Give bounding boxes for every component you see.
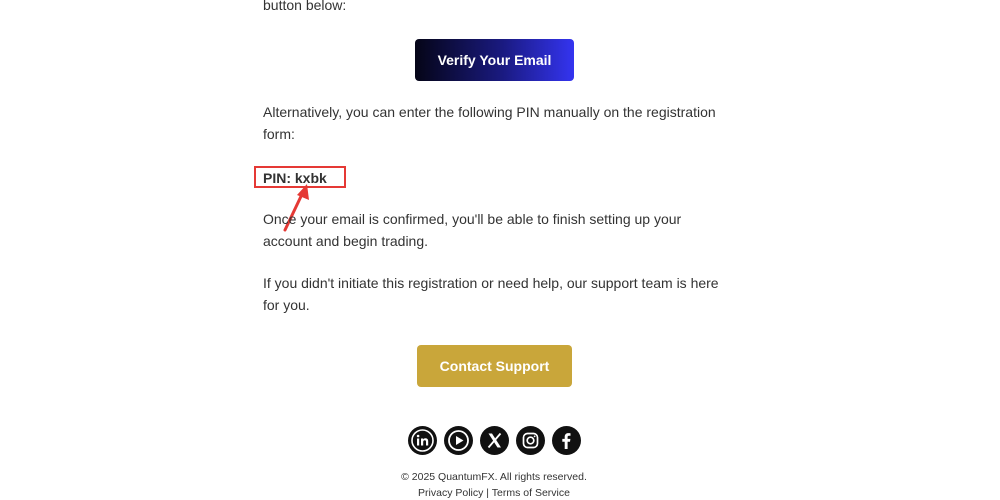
help-text: If you didn't initiate this registration… <box>263 275 719 313</box>
intro-text: button below: <box>263 0 347 13</box>
x-icon[interactable] <box>480 426 509 455</box>
terms-of-service-link[interactable]: Terms of Service <box>492 487 570 499</box>
youtube-icon[interactable] <box>444 426 473 455</box>
social-links <box>408 426 581 455</box>
alternative-pin-text: Alternatively, you can enter the followi… <box>263 104 716 142</box>
email-body: button below: Verify Your Email Alternat… <box>254 0 733 500</box>
footer-separator: | <box>483 487 492 499</box>
confirmation-text: Once your email is confirmed, you'll be … <box>263 211 682 249</box>
contact-support-button[interactable]: Contact Support <box>417 345 572 387</box>
instagram-icon[interactable] <box>516 426 545 455</box>
footer-copyright: © 2025 QuantumFX. All rights reserved. <box>401 471 587 483</box>
footer-links: Privacy Policy | Terms of Service <box>263 487 725 499</box>
privacy-policy-link[interactable]: Privacy Policy <box>418 487 483 499</box>
linkedin-icon[interactable] <box>408 426 437 455</box>
facebook-icon[interactable] <box>552 426 581 455</box>
verify-email-button[interactable]: Verify Your Email <box>415 39 574 81</box>
